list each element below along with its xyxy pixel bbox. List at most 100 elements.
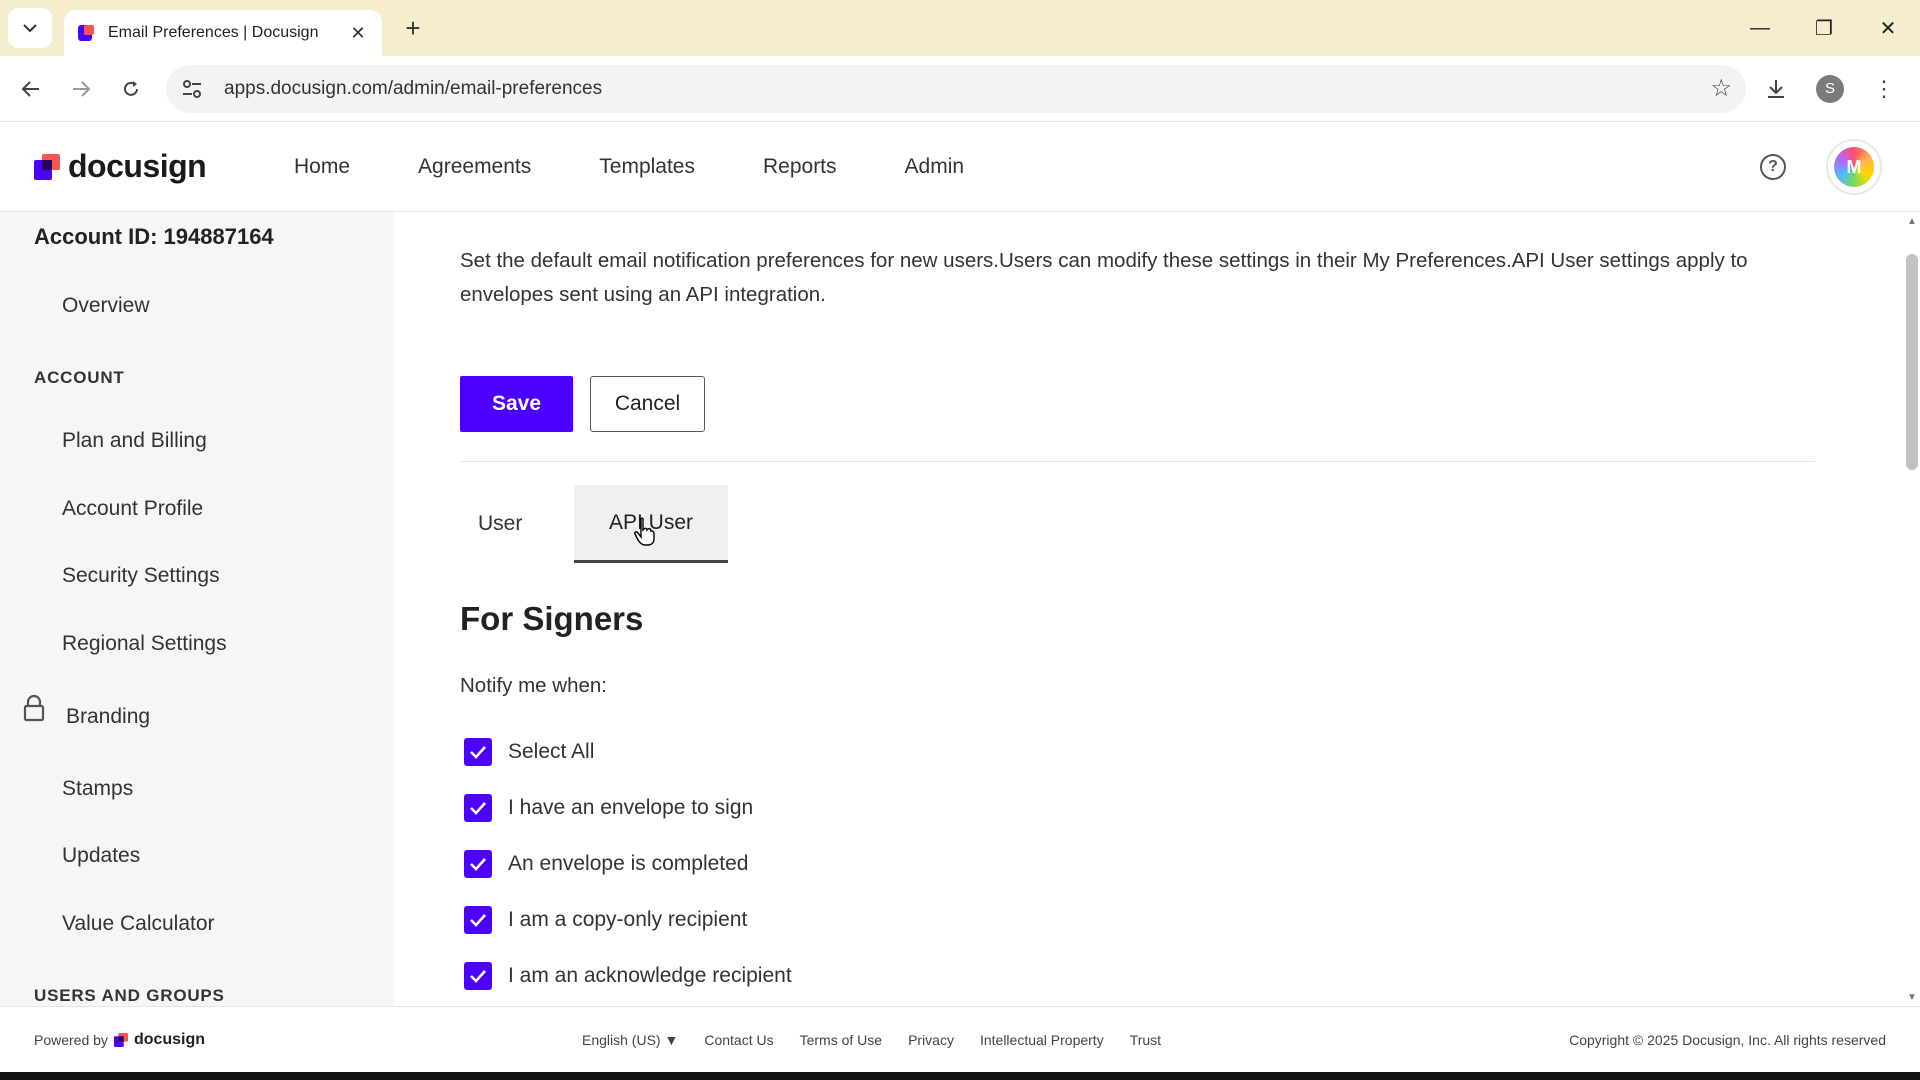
logo-text: docusign: [68, 148, 207, 184]
checkbox-row-envelope-to-sign[interactable]: I have an envelope to sign: [464, 794, 753, 822]
checkmark-icon: [470, 970, 486, 983]
footer-link-ip[interactable]: Intellectual Property: [980, 1032, 1104, 1048]
sidebar-item-plan-billing[interactable]: Plan and Billing: [62, 429, 207, 453]
sidebar-item-updates[interactable]: Updates: [62, 844, 140, 868]
scroll-down-icon[interactable]: ▼: [1907, 992, 1917, 1003]
checkbox-copy-only[interactable]: [464, 906, 492, 934]
checkbox-label: I am an acknowledge recipient: [508, 964, 792, 987]
nav-templates[interactable]: Templates: [599, 155, 695, 179]
sidebar-item-account-profile[interactable]: Account Profile: [62, 497, 203, 521]
language-select[interactable]: English (US) ▼: [582, 1032, 678, 1048]
forward-button[interactable]: [56, 64, 106, 114]
footer-links: English (US) ▼ Contact Us Terms of Use P…: [582, 1032, 1161, 1048]
checkmark-icon: [470, 914, 486, 927]
page-body: Account ID: 194887164 Overview ACCOUNT P…: [0, 212, 1920, 1007]
checkbox-acknowledge[interactable]: [464, 962, 492, 990]
checkmark-icon: [470, 802, 486, 815]
scroll-up-icon[interactable]: ▲: [1907, 216, 1917, 227]
docusign-logo-icon: [34, 153, 60, 180]
minimize-icon[interactable]: —: [1728, 0, 1792, 56]
profile-button[interactable]: S: [1808, 67, 1852, 111]
browser-toolbar: apps.docusign.com/admin/email-preference…: [0, 56, 1920, 122]
window-controls: — ❐ ✕: [1728, 0, 1920, 56]
address-bar[interactable]: apps.docusign.com/admin/email-preference…: [166, 64, 1746, 113]
email-preferences-content: Set the default email notification prefe…: [394, 212, 1920, 1007]
checkbox-envelope-completed[interactable]: [464, 850, 492, 878]
sidebar-item-value-calculator[interactable]: Value Calculator: [62, 912, 215, 936]
browser-tabstrip: Email Preferences | Docusign ✕ + — ❐ ✕: [0, 0, 1920, 56]
main-nav: Home Agreements Templates Reports Admin: [294, 155, 964, 179]
sidebar-heading-account: ACCOUNT: [34, 368, 125, 387]
tab-search-button[interactable]: [8, 8, 52, 48]
tab-user[interactable]: User: [478, 512, 522, 536]
footer-link-contact[interactable]: Contact Us: [704, 1032, 773, 1048]
cancel-button[interactable]: Cancel: [590, 376, 705, 432]
reload-button[interactable]: [106, 64, 156, 114]
powered-logo-text: docusign: [133, 1030, 206, 1048]
checkmark-icon: [470, 858, 486, 871]
reload-icon: [124, 80, 138, 96]
app-header: docusign Home Agreements Templates Repor…: [0, 122, 1920, 212]
download-icon[interactable]: [1754, 67, 1798, 111]
help-icon[interactable]: ?: [1760, 154, 1786, 180]
nav-agreements[interactable]: Agreements: [418, 155, 531, 179]
admin-sidebar: Account ID: 194887164 Overview ACCOUNT P…: [0, 212, 394, 1007]
powered-by-text: Powered by: [34, 1031, 108, 1048]
arrow-right-icon: [73, 80, 91, 97]
section-title-for-signers: For Signers: [460, 600, 644, 637]
lock-icon: [23, 694, 45, 722]
new-tab-button[interactable]: +: [396, 13, 430, 44]
close-tab-icon[interactable]: ✕: [346, 23, 370, 44]
copyright-text: Copyright © 2025 Docusign, Inc. All righ…: [1569, 1031, 1886, 1048]
footer-link-terms[interactable]: Terms of Use: [800, 1032, 882, 1048]
docusign-favicon-icon: [78, 25, 94, 41]
account-id: Account ID: 194887164: [34, 224, 274, 249]
restore-icon[interactable]: ❐: [1792, 0, 1856, 56]
content-scrollbar[interactable]: ▲ ▼: [1904, 212, 1920, 1007]
checkbox-label: I have an envelope to sign: [508, 796, 754, 819]
user-avatar[interactable]: M: [1826, 139, 1882, 195]
nav-home[interactable]: Home: [294, 155, 350, 179]
nav-admin[interactable]: Admin: [905, 155, 965, 179]
checkbox-envelope-to-sign[interactable]: [464, 794, 492, 822]
more-menu-icon[interactable]: ⋮: [1862, 67, 1906, 111]
back-button[interactable]: [6, 64, 56, 114]
checkbox-select-all[interactable]: [464, 738, 492, 766]
profile-avatar: S: [1816, 74, 1844, 103]
footer-link-privacy[interactable]: Privacy: [908, 1032, 954, 1048]
site-settings-icon[interactable]: [180, 79, 204, 98]
tab-title: Email Preferences | Docusign: [108, 24, 319, 41]
docusign-small-logo-icon: [113, 1032, 128, 1047]
avatar-initial: M: [1834, 147, 1874, 187]
intro-text: Set the default email notification prefe…: [460, 249, 1748, 306]
checkbox-label: An envelope is completed: [508, 852, 749, 875]
chevron-down-icon: [23, 24, 37, 33]
sidebar-item-security-settings[interactable]: Security Settings: [62, 564, 220, 588]
hand-cursor-icon: [634, 517, 655, 546]
checkbox-row-select-all[interactable]: Select All: [464, 738, 594, 766]
divider: [460, 461, 1815, 462]
footer-link-trust[interactable]: Trust: [1130, 1032, 1161, 1048]
arrow-left-icon: [21, 80, 39, 97]
bookmark-star-icon[interactable]: ☆: [1710, 74, 1732, 103]
url-text: apps.docusign.com/admin/email-preference…: [224, 77, 603, 99]
checkbox-row-copy-only[interactable]: I am a copy-only recipient: [464, 906, 747, 934]
checkbox-row-acknowledge[interactable]: I am an acknowledge recipient: [464, 962, 792, 990]
checkbox-row-envelope-completed[interactable]: An envelope is completed: [464, 850, 749, 878]
app-footer: Powered by docusign English (US) ▼ Conta…: [0, 1006, 1920, 1072]
window-close-icon[interactable]: ✕: [1856, 0, 1920, 56]
sidebar-item-overview[interactable]: Overview: [62, 294, 150, 318]
powered-by: Powered by docusign: [34, 1031, 205, 1049]
taskbar-edge: [0, 1072, 1920, 1080]
browser-tab-active[interactable]: Email Preferences | Docusign ✕: [64, 10, 382, 56]
checkbox-label: Select All: [508, 740, 595, 763]
scroll-thumb[interactable]: [1906, 254, 1918, 470]
save-button[interactable]: Save: [460, 376, 573, 432]
sidebar-item-branding[interactable]: Branding: [66, 705, 150, 729]
sidebar-item-stamps[interactable]: Stamps: [62, 777, 133, 801]
checkmark-icon: [470, 746, 486, 759]
sidebar-item-regional-settings[interactable]: Regional Settings: [62, 632, 227, 656]
checkbox-label: I am a copy-only recipient: [508, 908, 748, 931]
nav-reports[interactable]: Reports: [763, 155, 837, 179]
docusign-logo[interactable]: docusign: [34, 148, 254, 185]
